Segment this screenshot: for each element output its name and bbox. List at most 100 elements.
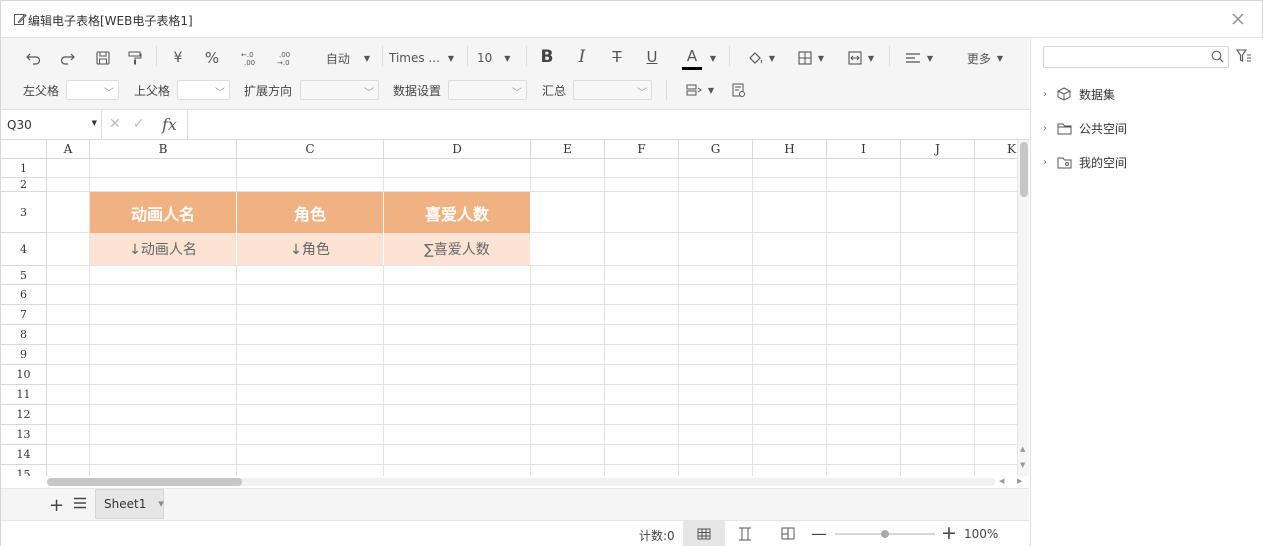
row-header[interactable]: 6	[1, 285, 47, 305]
merge-cells-button[interactable]: ▼	[841, 47, 881, 69]
search-icon[interactable]	[1211, 50, 1224, 66]
row-header[interactable]: 5	[1, 266, 47, 285]
scroll-right-icon[interactable]: ▶	[1017, 477, 1022, 485]
more-button[interactable]: 更多 ▼	[963, 47, 1007, 69]
currency-button[interactable]: ¥	[168, 47, 188, 69]
row-header[interactable]: 14	[1, 445, 47, 465]
undo-icon	[26, 53, 41, 65]
increase-decimal-button[interactable]: ←.0.00	[237, 47, 259, 69]
zoom-slider[interactable]	[835, 530, 935, 538]
filter-button[interactable]	[1235, 49, 1252, 66]
bold-button[interactable]: B	[537, 46, 557, 68]
page-layout-button[interactable]	[738, 527, 752, 544]
row-header[interactable]: 15	[1, 465, 47, 476]
left-parent-select[interactable]: ﹀	[66, 80, 119, 100]
cell-property-button[interactable]	[729, 79, 749, 101]
chevron-right-icon[interactable]: ›	[1043, 157, 1057, 168]
row-header[interactable]: 8	[1, 325, 47, 345]
row-header[interactable]: 10	[1, 365, 47, 385]
sheet-tab[interactable]: Sheet1 ▼	[95, 489, 164, 519]
spreadsheet-grid[interactable]: A B C D E F G H I J K 1 2 3 4 5 6 7 8 9 10 11 12 13 14 15 动画人名 角色 喜爱…	[1, 140, 1017, 476]
horizontal-scroll-thumb[interactable]	[47, 478, 242, 486]
font-size-select[interactable]: 10 ▼	[477, 47, 519, 69]
search-input[interactable]	[1044, 47, 1204, 67]
scroll-left-icon[interactable]: ◀	[999, 477, 1004, 485]
scroll-up-icon[interactable]: ▲	[1020, 445, 1025, 453]
column-header[interactable]: I	[827, 140, 901, 159]
row-header[interactable]: 13	[1, 425, 47, 445]
summary-select[interactable]: ﹀	[573, 80, 652, 100]
underline-button[interactable]: U	[642, 46, 662, 68]
save-button[interactable]	[93, 47, 113, 69]
column-header[interactable]: J	[901, 140, 975, 159]
column-header[interactable]: K	[975, 140, 1017, 159]
normal-view-button[interactable]	[683, 521, 725, 546]
insert-row-button[interactable]: ▼	[681, 79, 719, 101]
row-header[interactable]: 1	[1, 159, 47, 178]
column-header[interactable]: D	[384, 140, 531, 159]
data-setting-select[interactable]: ﹀	[448, 80, 527, 100]
name-box[interactable]: Q30 ▼	[1, 110, 102, 139]
row-header[interactable]: 2	[1, 178, 47, 192]
percent-button[interactable]: %	[202, 47, 222, 69]
vertical-scroll-thumb[interactable]	[1020, 142, 1028, 197]
number-format-select[interactable]: 自动 ▼	[319, 47, 377, 69]
header-cell[interactable]: 动画人名	[90, 192, 237, 233]
close-icon	[1232, 13, 1244, 25]
row-header[interactable]: 3	[1, 192, 47, 233]
field-cell[interactable]: ↓角色	[237, 233, 384, 265]
tree-item[interactable]: › 数据集	[1043, 84, 1115, 104]
confirm-icon[interactable]: ✓	[133, 116, 145, 132]
font-color-button[interactable]: A	[682, 45, 702, 70]
header-cell[interactable]: 角色	[237, 192, 384, 233]
close-button[interactable]	[1228, 9, 1248, 29]
horizontal-scrollbar[interactable]: ◀ ▶	[1, 476, 1029, 488]
font-family-select[interactable]: Times ... ▼	[389, 47, 461, 69]
zoom-out-button[interactable]: —	[811, 524, 827, 543]
vertical-scrollbar[interactable]: ▲ ▼	[1017, 140, 1029, 476]
strikethrough-button[interactable]: T	[607, 46, 627, 68]
column-header[interactable]: G	[679, 140, 753, 159]
row-header[interactable]: 9	[1, 345, 47, 365]
field-cell[interactable]: ↓动画人名	[90, 233, 237, 265]
column-header[interactable]: E	[531, 140, 605, 159]
decrease-decimal-button[interactable]: .00 →.0	[273, 47, 295, 69]
column-header[interactable]: A	[47, 140, 90, 159]
chevron-right-icon[interactable]: ›	[1043, 123, 1057, 134]
chevron-right-icon[interactable]: ›	[1043, 89, 1057, 100]
row-header[interactable]: 12	[1, 405, 47, 425]
header-cell[interactable]: 喜爱人数	[384, 192, 531, 233]
cancel-icon[interactable]: ✕	[109, 116, 121, 132]
column-header[interactable]: B	[90, 140, 237, 159]
row-header[interactable]: 11	[1, 385, 47, 405]
fill-color-button[interactable]: ▼	[741, 47, 781, 69]
format-painter-button[interactable]	[125, 47, 145, 69]
zoom-slider-thumb[interactable]	[881, 530, 889, 538]
field-cell[interactable]: ∑喜爱人数	[384, 233, 531, 265]
row-header[interactable]: 4	[1, 233, 47, 266]
zoom-in-button[interactable]: +	[941, 522, 957, 544]
tree-item[interactable]: › 公共空间	[1043, 118, 1127, 138]
expand-direction-select[interactable]: ﹀	[300, 80, 379, 100]
undo-button[interactable]	[23, 47, 43, 69]
add-sheet-button[interactable]: +	[49, 495, 64, 516]
column-header[interactable]: H	[753, 140, 827, 159]
dialog-window: 编辑电子表格[WEB电子表格1] ¥ % ←.0.00 .00 →.0 自动 ▼ T…	[0, 0, 1263, 546]
column-header[interactable]: F	[605, 140, 679, 159]
insert-function-button[interactable]: fx	[162, 115, 177, 134]
border-button[interactable]: ▼	[791, 47, 831, 69]
align-button[interactable]: ▼	[899, 47, 939, 69]
select-all-corner[interactable]	[1, 140, 47, 159]
font-color-dropdown[interactable]: ▼	[706, 47, 720, 69]
sheet-list-button[interactable]	[73, 497, 87, 512]
row-header[interactable]: 7	[1, 305, 47, 325]
caret-down-icon[interactable]: ▼	[158, 500, 163, 508]
resource-search[interactable]	[1043, 46, 1229, 68]
column-header[interactable]: C	[237, 140, 384, 159]
up-parent-select[interactable]: ﹀	[177, 80, 230, 100]
scroll-down-icon[interactable]: ▼	[1020, 461, 1025, 469]
tree-item[interactable]: › 我的空间	[1043, 152, 1127, 172]
page-break-button[interactable]	[781, 527, 795, 543]
italic-button[interactable]: I	[572, 46, 592, 68]
redo-button[interactable]	[58, 47, 78, 69]
